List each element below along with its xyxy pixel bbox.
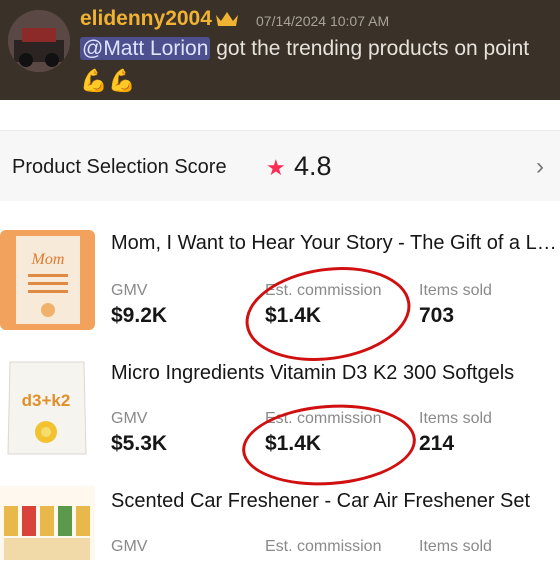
username[interactable]: elidenny2004	[80, 7, 212, 31]
message-body: got the trending products on point	[210, 37, 530, 60]
book-cover-text: Mom	[31, 251, 65, 268]
product-title[interactable]: Mom, I Want to Hear Your Story - The Gif…	[111, 232, 558, 255]
package-label-text: d3+k2	[22, 391, 71, 410]
message-timestamp: 07/14/2024 10:07 AM	[256, 13, 390, 29]
product-card[interactable]: Scented Car Freshener - Car Air Freshene…	[0, 482, 560, 560]
product-thumbnail: Mom	[0, 230, 95, 330]
score-label: Product Selection Score	[12, 156, 227, 178]
gmv-label: GMV	[111, 282, 148, 299]
items-sold-label: Items sold	[419, 282, 492, 299]
discord-message: elidenny2004 07/14/2024 10:07 AM @Matt L…	[0, 0, 560, 100]
gmv-label: GMV	[111, 538, 148, 555]
gmv-value: $5.3K	[111, 432, 168, 455]
user-avatar[interactable]	[8, 10, 70, 72]
product-thumbnail: d3+k2	[0, 358, 95, 458]
items-sold-value: 214	[419, 432, 455, 455]
score-value: 4.8	[294, 151, 332, 181]
items-sold-value: 703	[419, 304, 455, 327]
product-thumbnail	[0, 486, 95, 560]
items-sold-label: Items sold	[419, 538, 492, 555]
crown-icon	[216, 12, 238, 26]
commission-label: Est. commission	[265, 538, 382, 555]
chevron-right-icon[interactable]: ›	[536, 153, 544, 181]
gmv-label: GMV	[111, 410, 148, 427]
gmv-value: $9.2K	[111, 304, 168, 327]
product-title[interactable]: Micro Ingredients Vitamin D3 K2 300 Soft…	[111, 362, 558, 385]
star-icon: ★	[266, 155, 286, 180]
items-sold-label: Items sold	[419, 410, 492, 427]
product-title[interactable]: Scented Car Freshener - Car Air Freshene…	[111, 490, 558, 513]
message-text: @Matt Lorion got the trending products o…	[80, 37, 529, 61]
user-mention[interactable]: @Matt Lorion	[80, 37, 211, 60]
flexed-biceps-emoji: 💪💪	[80, 68, 137, 93]
